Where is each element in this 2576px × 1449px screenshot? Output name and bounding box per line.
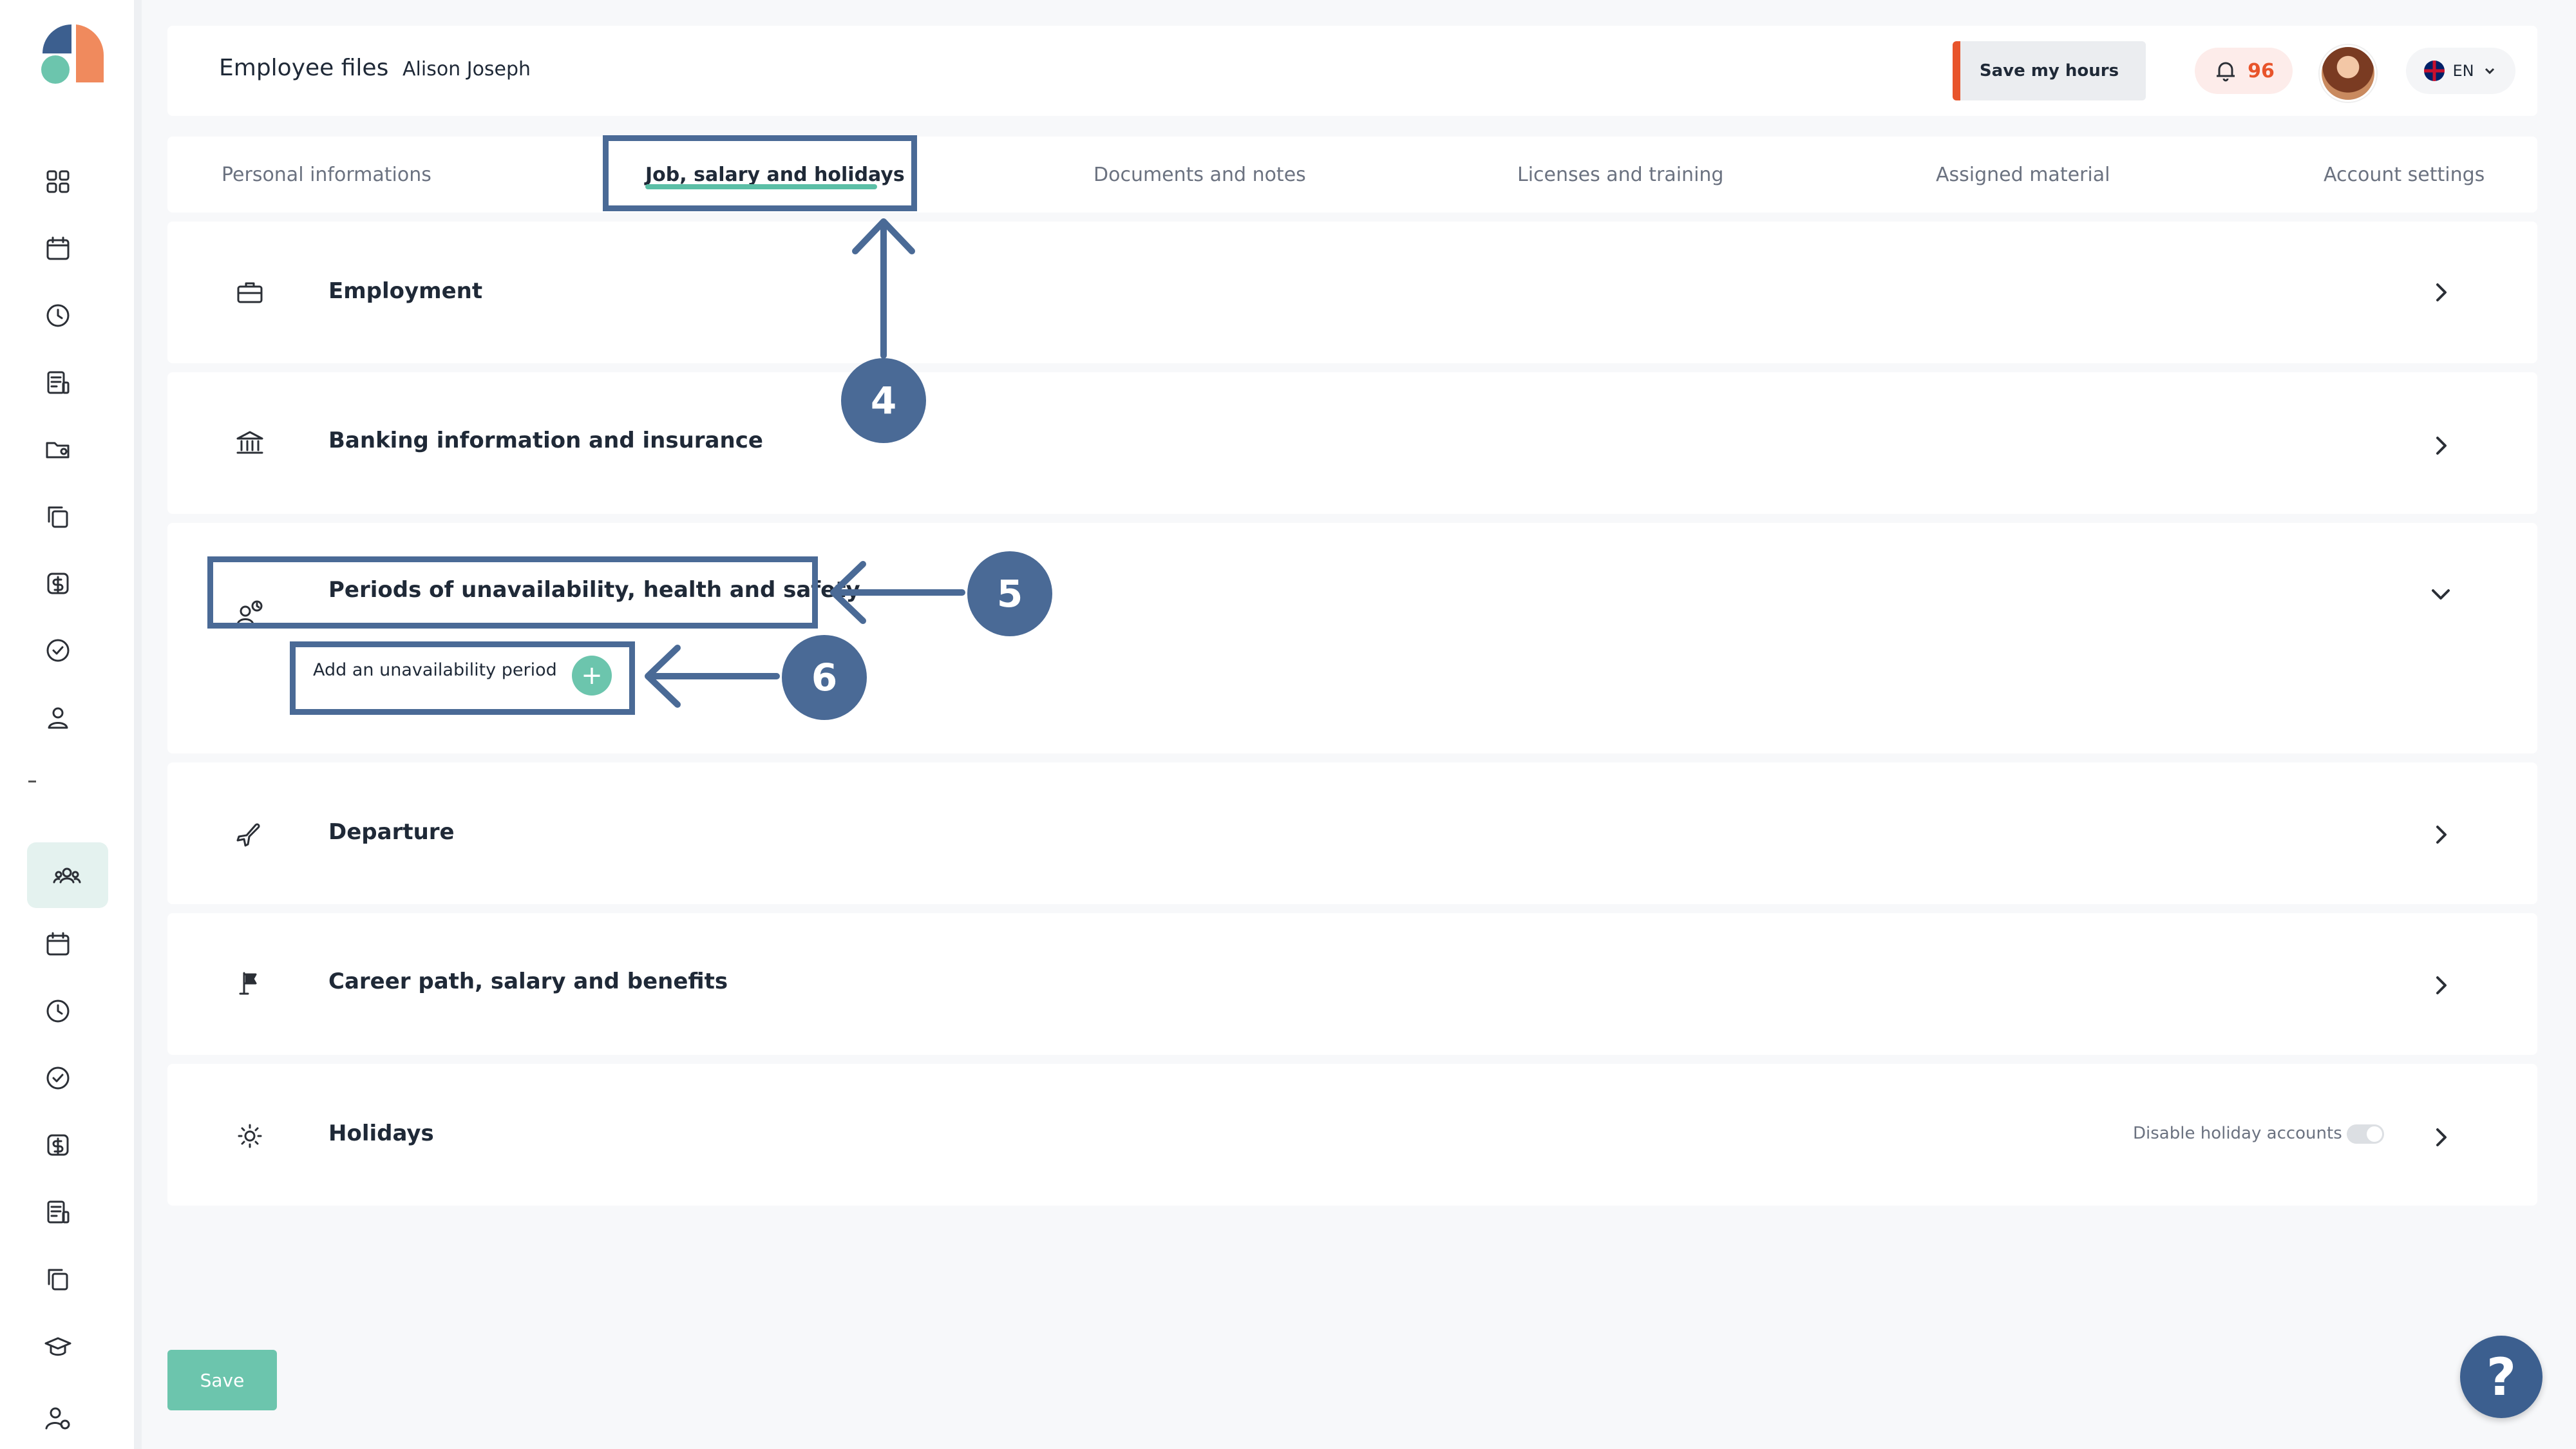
airplane-icon — [231, 815, 269, 854]
folder-user-icon[interactable] — [41, 433, 75, 466]
language-code: EN — [2452, 62, 2474, 80]
notification-count: 96 — [2248, 59, 2275, 82]
team-icon[interactable] — [50, 859, 84, 893]
notifications-button[interactable]: 96 — [2195, 48, 2293, 94]
tab-bar: Personal informations Job, salary and ho… — [167, 137, 2537, 213]
sun-icon — [231, 1117, 269, 1155]
sidebar — [0, 0, 134, 1449]
check-circle-icon[interactable] — [41, 634, 75, 667]
sidebar-divider — [134, 0, 142, 1449]
annotation-marker-4: 4 — [841, 358, 926, 443]
section-departure[interactable]: Departure — [167, 762, 2537, 904]
section-title: Departure — [328, 819, 455, 845]
flag-icon — [231, 965, 269, 1003]
uk-flag-icon — [2424, 61, 2445, 81]
chevron-down-icon — [2485, 68, 2494, 75]
copy-icon[interactable] — [41, 500, 75, 533]
chevron-right-icon[interactable] — [2421, 966, 2460, 1005]
dollar-2-icon[interactable] — [41, 1128, 75, 1162]
clock-2-icon[interactable] — [41, 994, 75, 1028]
help-button[interactable]: ? — [2460, 1336, 2543, 1418]
annotation-box-add — [290, 641, 635, 715]
sidebar-separator — [28, 781, 36, 782]
section-title: Career path, salary and benefits — [328, 969, 728, 994]
calendar-icon[interactable] — [41, 232, 75, 265]
user-icon[interactable] — [41, 701, 75, 734]
report-icon[interactable] — [41, 366, 75, 399]
section-career-salary-benefits[interactable]: Career path, salary and benefits — [167, 913, 2537, 1055]
tab-licenses-training[interactable]: Licenses and training — [1517, 137, 1723, 213]
section-banking-insurance[interactable]: Banking information and insurance — [167, 372, 2537, 514]
annotation-box-tab — [603, 135, 917, 211]
section-employment[interactable]: Employment — [167, 222, 2537, 363]
chevron-right-icon[interactable] — [2421, 1118, 2460, 1157]
annotation-marker-6: 6 — [782, 635, 867, 720]
app-logo[interactable] — [36, 18, 107, 89]
disable-holiday-accounts-label: Disable holiday accounts — [2133, 1124, 2342, 1143]
clock-icon[interactable] — [41, 299, 75, 332]
annotation-marker-5: 5 — [967, 551, 1052, 636]
save-button[interactable]: Save — [167, 1350, 277, 1410]
avatar[interactable] — [2320, 45, 2376, 102]
chevron-right-icon[interactable] — [2421, 815, 2460, 854]
copy-2-icon[interactable] — [41, 1262, 75, 1296]
language-selector[interactable]: EN — [2406, 48, 2515, 94]
bell-icon — [2217, 62, 2235, 82]
chevron-right-icon[interactable] — [2421, 426, 2460, 465]
tab-documents-notes[interactable]: Documents and notes — [1094, 137, 1306, 213]
calendar-2-icon[interactable] — [41, 927, 75, 961]
tab-account-settings[interactable]: Account settings — [2324, 137, 2485, 213]
save-my-hours-button[interactable]: Save my hours — [1953, 41, 2146, 100]
tab-personal-informations[interactable]: Personal informations — [222, 137, 431, 213]
bank-icon — [231, 424, 269, 462]
section-title: Holidays — [328, 1121, 434, 1146]
chevron-right-icon[interactable] — [2421, 273, 2460, 312]
check-circle-2-icon[interactable] — [41, 1061, 75, 1095]
top-header: Employee files Alison Joseph — [167, 26, 2537, 116]
dashboard-icon[interactable] — [41, 165, 75, 198]
annotation-box-section — [207, 556, 818, 629]
user-settings-icon[interactable] — [41, 1401, 75, 1435]
employee-name: Alison Joseph — [402, 58, 531, 80]
tab-assigned-material[interactable]: Assigned material — [1936, 137, 2110, 213]
page-title: Employee files — [219, 55, 389, 81]
graduation-cap-icon[interactable] — [41, 1331, 75, 1364]
dollar-icon[interactable] — [41, 567, 75, 600]
disable-holiday-accounts-toggle[interactable] — [2347, 1124, 2384, 1144]
briefcase-icon — [231, 273, 269, 312]
report-2-icon[interactable] — [41, 1195, 75, 1229]
chevron-down-icon[interactable] — [2421, 574, 2460, 613]
section-title: Employment — [328, 278, 483, 304]
section-title: Banking information and insurance — [328, 428, 763, 453]
